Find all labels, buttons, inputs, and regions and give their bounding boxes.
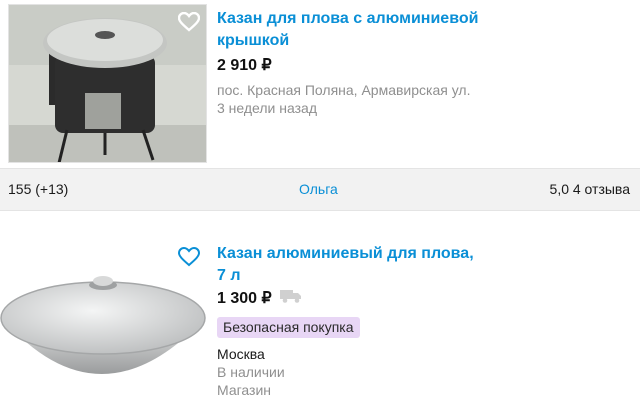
- stock-status: В наличии: [217, 364, 285, 380]
- heart-outline-icon[interactable]: [177, 11, 201, 32]
- listing-photo[interactable]: [0, 240, 207, 400]
- listing-card[interactable]: Казан для плова с алюминиевой крышкой 2 …: [0, 0, 640, 165]
- listing-city: Москва: [217, 346, 265, 362]
- heart-outline-icon[interactable]: [177, 246, 201, 267]
- seller-rating: 5,0 4 отзыва: [549, 181, 630, 197]
- seller-bar: 155 (+13) Ольга 5,0 4 отзыва: [0, 168, 640, 211]
- listing-price: 1 300 ₽: [217, 290, 272, 307]
- listing-date: 3 недели назад: [217, 100, 317, 116]
- safe-purchase-badge: Безопасная покупка: [217, 317, 360, 338]
- listing-title-link[interactable]: Казан для плова с алюминиевой крышкой: [217, 8, 517, 52]
- views-count: 155 (+13): [8, 181, 69, 197]
- listing-card[interactable]: Казан алюминиевый для плова, 7 л 1 300 ₽…: [0, 235, 640, 400]
- listing-address: пос. Красная Поляна, Армавирская ул.: [217, 82, 471, 98]
- price-row: 2 910 ₽: [217, 55, 272, 75]
- seller-name-link[interactable]: Ольга: [299, 181, 338, 197]
- listing-title-link[interactable]: Казан алюминиевый для плова, 7 л: [217, 243, 517, 287]
- truck-icon: [279, 289, 302, 308]
- seller-type: Магазин: [217, 382, 272, 398]
- listing-price: 2 910 ₽: [217, 57, 272, 74]
- price-row: 1 300 ₽: [217, 288, 302, 308]
